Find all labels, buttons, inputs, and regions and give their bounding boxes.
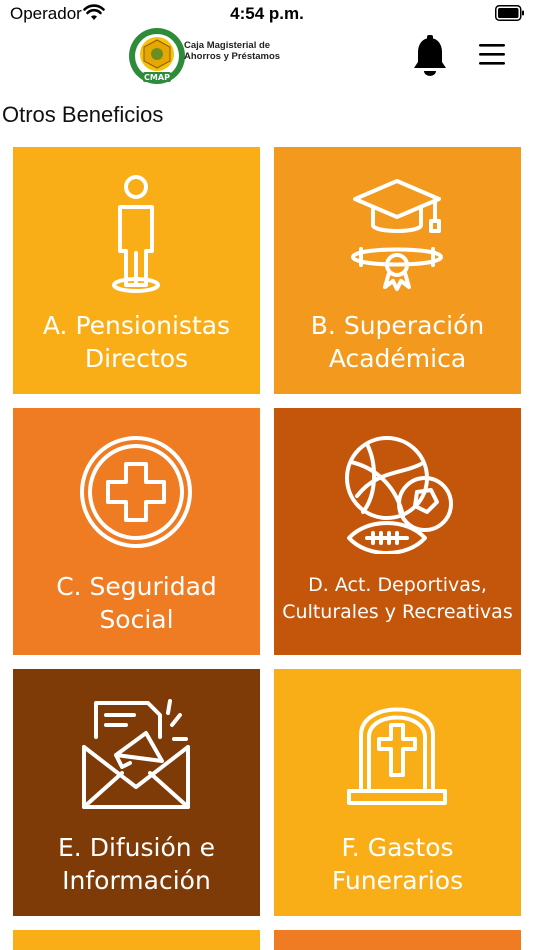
battery-icon bbox=[495, 5, 524, 21]
bell-icon bbox=[414, 35, 446, 76]
logo-text: Caja Magisterial de Ahorros y Préstamos bbox=[184, 40, 314, 62]
tile-next-row-right[interactable] bbox=[274, 930, 521, 950]
tile-label: D. Act. Deportivas, Culturales y Recreat… bbox=[282, 574, 513, 623]
sports-balls-icon bbox=[345, 436, 453, 554]
tombstone-icon bbox=[347, 707, 447, 805]
hamburger-menu-button[interactable] bbox=[476, 40, 508, 70]
status-bar: Operador 4:54 p.m. bbox=[0, 0, 534, 28]
app-header: CMAP Caja Magisterial de Ahorros y Prést… bbox=[0, 28, 534, 88]
tile-seguridad-social[interactable]: C. Seguridad Social bbox=[13, 408, 260, 655]
tile-label: F. Gastos Funerarios bbox=[331, 833, 464, 895]
tile-difusion-informacion[interactable]: E. Difusión e Información bbox=[13, 669, 260, 916]
notifications-button[interactable] bbox=[410, 34, 450, 78]
tile-superacion-academica[interactable]: B. Superación Académica bbox=[274, 147, 521, 394]
tile-label: C. Seguridad Social bbox=[56, 572, 217, 634]
tile-label: E. Difusión e Información bbox=[58, 833, 215, 895]
tile-actividades-deportivas[interactable]: D. Act. Deportivas, Culturales y Recreat… bbox=[274, 408, 521, 655]
graduation-icon bbox=[351, 179, 443, 291]
medical-cross-icon bbox=[80, 436, 192, 548]
logo-text-line2: Ahorros y Préstamos bbox=[184, 51, 281, 62]
section-title: Otros Beneficios bbox=[2, 102, 164, 127]
person-icon bbox=[112, 175, 160, 293]
clock-time: 4:54 p.m. bbox=[230, 4, 304, 23]
tile-label: A. Pensionistas Directos bbox=[42, 311, 231, 373]
megaphone-envelope-icon bbox=[82, 699, 190, 809]
tile-next-row-left[interactable] bbox=[13, 930, 260, 950]
cmap-logo: CMAP bbox=[129, 28, 185, 84]
logo-badge-text: CMAP bbox=[144, 73, 170, 82]
tile-pensionistas-directos[interactable]: A. Pensionistas Directos bbox=[13, 147, 260, 394]
tile-label: B. Superación Académica bbox=[310, 311, 485, 373]
hamburger-menu-icon bbox=[479, 44, 505, 65]
logo-text-line1: Caja Magisterial de bbox=[184, 40, 271, 51]
tile-gastos-funerarios[interactable]: F. Gastos Funerarios bbox=[274, 669, 521, 916]
